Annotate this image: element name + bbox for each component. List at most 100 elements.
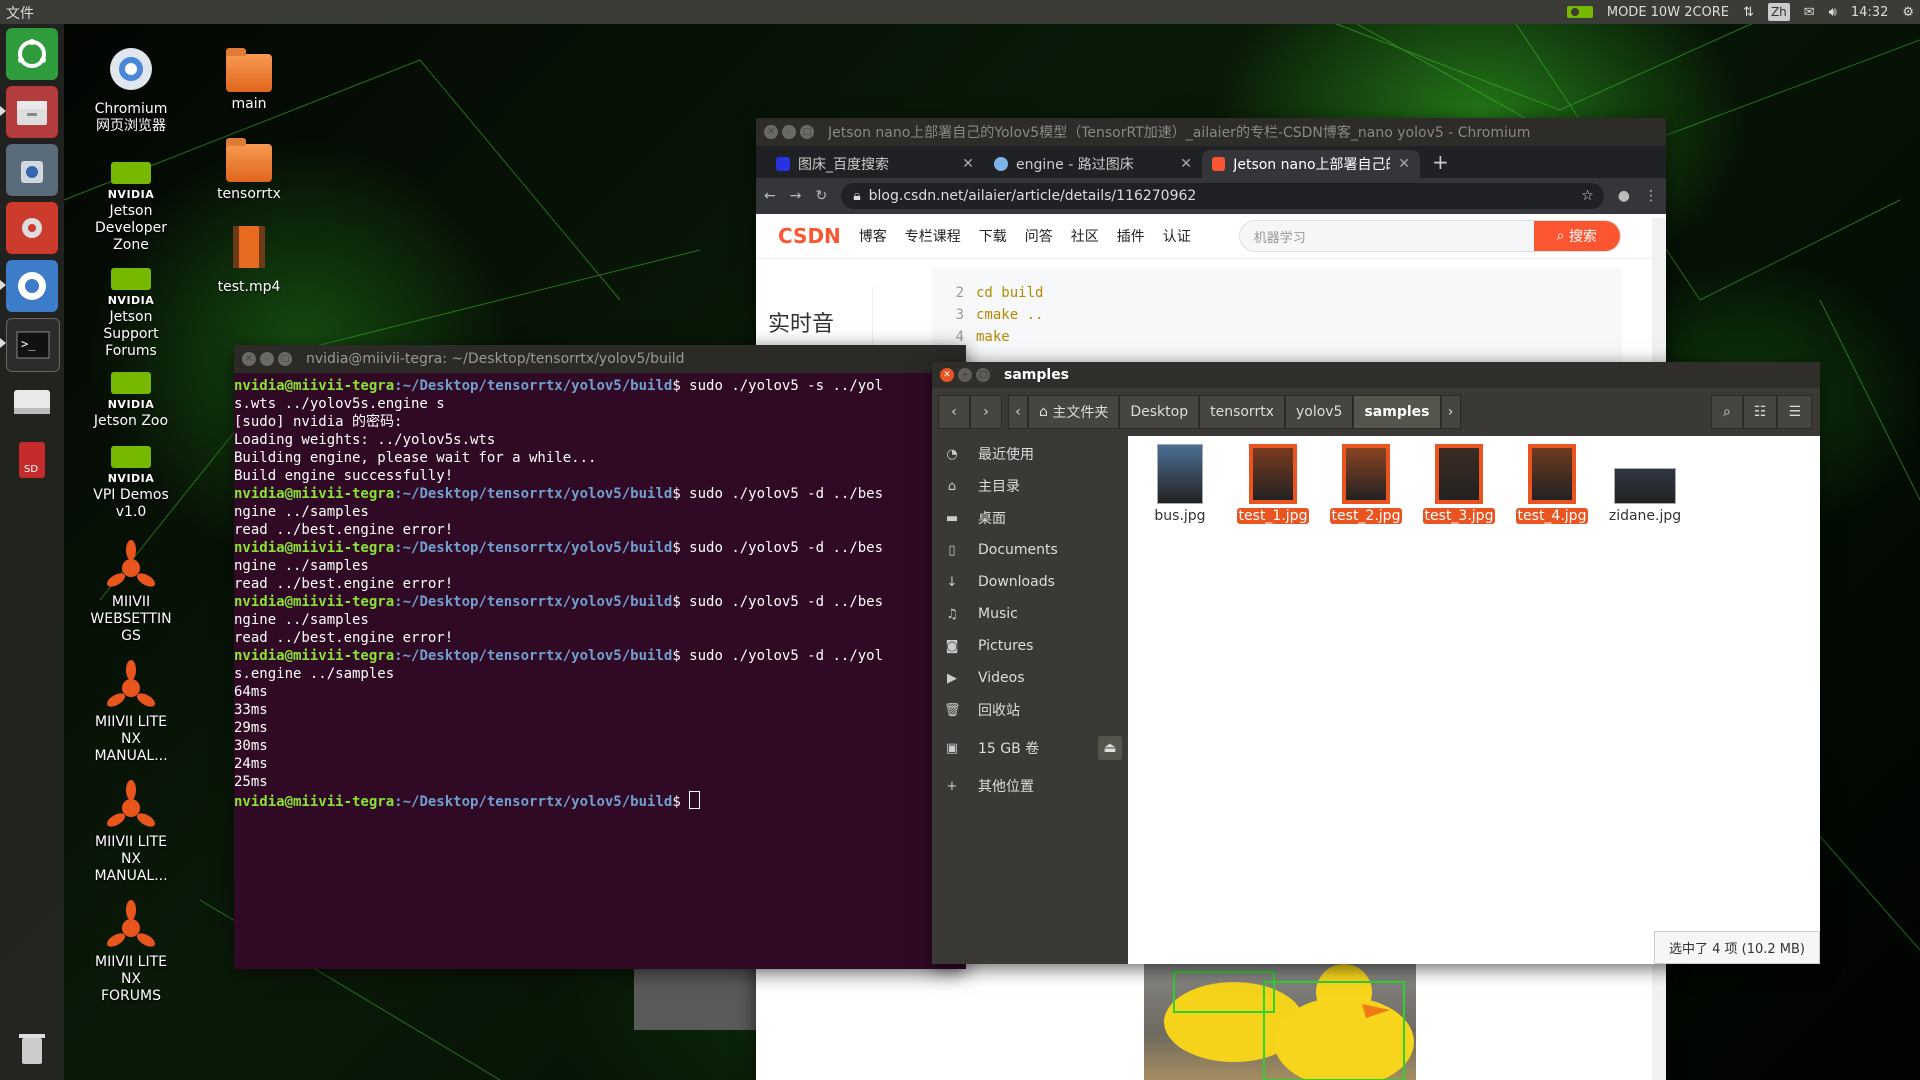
sidebar-item[interactable]: ▬ 桌面 [932,502,1128,534]
desktop-icon-chromium[interactable]: Chromium 网页浏览器 [76,46,186,135]
close-tab-icon[interactable]: ✕ [1180,156,1192,172]
nav-item[interactable]: 插件 [1117,226,1145,246]
url-bar[interactable]: 🔒︎ blog.csdn.net/ailaier/article/details… [841,183,1604,209]
file-item[interactable]: bus.jpg [1138,444,1222,524]
eject-icon[interactable]: ⏏ [1098,736,1122,760]
close-tab-icon[interactable]: ✕ [962,156,974,172]
path-scroll-right-icon[interactable]: › [1440,395,1461,429]
path-segment-current[interactable]: samples [1353,395,1441,429]
maximize-button[interactable]: □ [976,368,990,382]
terminal-launcher-icon[interactable]: >_ [6,318,60,372]
maximize-button[interactable]: □ [278,352,292,366]
icon-label: MIIVII LITE [95,714,167,730]
sidebar-item[interactable]: 🗑︎ 回收站 [932,694,1128,726]
file-item[interactable]: test_3.jpg [1417,444,1501,524]
sidebar-item[interactable]: ▶ Videos [932,662,1128,694]
new-tab-button[interactable]: + [1420,150,1461,178]
input-method-indicator[interactable]: Zh [1767,3,1790,21]
close-button[interactable]: ✕ [940,368,954,382]
gear-icon[interactable]: ⚙ [1902,3,1914,21]
browser-titlebar[interactable]: ✕ – □ Jetson nano上部署自己的Yolov5模型（TensorRT… [756,118,1666,146]
csdn-logo[interactable]: CSDN [778,224,841,248]
desktop-icon-jetson-developer-zone[interactable]: NVIDIA Jetson Developer Zone [76,162,186,254]
sidebar-item[interactable]: ⌂ 主目录 [932,470,1128,502]
nav-item[interactable]: 认证 [1163,226,1191,246]
lock-icon: 🔒︎ [853,188,861,204]
sidebar-item[interactable]: ◙ Pictures [932,630,1128,662]
chromium-launcher-icon[interactable] [6,260,58,312]
search-button[interactable]: ⌕ 搜索 [1533,221,1620,251]
nav-item[interactable]: 博客 [859,226,887,246]
search-icon[interactable]: ⌕ [1710,395,1743,429]
file-manager-icon[interactable] [6,86,58,138]
path-segment[interactable]: yolov5 [1284,395,1354,429]
desktop-icon-jetson-support-forums[interactable]: NVIDIA Jetson Support Forums [76,268,186,360]
desktop-icon-vpi-demos[interactable]: NVIDIA VPI Demos v1.0 [76,446,186,521]
nav-item[interactable]: 下载 [979,226,1007,246]
forward-arrow-icon[interactable]: → [790,188,802,204]
path-segment[interactable]: tensorrtx [1199,395,1285,429]
drive-icon[interactable] [6,376,58,428]
trash-icon[interactable] [6,1022,58,1074]
close-tab-icon[interactable]: ✕ [1398,156,1410,172]
system-settings-icon[interactable] [6,202,58,254]
minimize-button[interactable]: – [782,125,796,139]
back-arrow-icon[interactable]: ← [764,188,776,204]
minimize-button[interactable]: – [260,352,274,366]
desktop-icon-miivii-forums[interactable]: MIIVII LITE NX FORUMS [76,900,186,1005]
tab-baidu[interactable]: 图床_百度搜索 ✕ [766,150,984,178]
sidebar-item[interactable]: + 其他位置 [932,770,1128,802]
sidebar-item[interactable]: ↓ Downloads [932,566,1128,598]
hamburger-menu-icon[interactable]: ☰ [1777,395,1812,429]
tab-csdn[interactable]: Jetson nano上部署自己的 ✕ [1202,150,1420,178]
desktop-icon-main[interactable]: main [194,48,304,113]
tab-engine[interactable]: engine - 路过图床 ✕ [984,150,1202,178]
file-item[interactable]: test_2.jpg [1324,444,1408,524]
forward-icon[interactable]: › [970,395,1002,429]
mail-icon[interactable]: ✉ [1804,3,1815,21]
close-button[interactable]: ✕ [764,125,778,139]
desktop-icon-tensorrtx[interactable]: tensorrtx [194,138,304,203]
desktop-icon-miivii-manual-1[interactable]: MIIVII LITE NX MANUAL... [76,660,186,765]
minimize-button[interactable]: – [958,368,972,382]
file-menu[interactable]: 文件 [6,3,34,23]
path-home-button[interactable]: ⌂ 主文件夹 [1028,395,1120,429]
sidebar-item[interactable]: ▣ 15 GB 卷 ⏏ [932,732,1128,764]
nav-item[interactable]: 专栏课程 [905,226,961,246]
reload-icon[interactable]: ↻ [815,188,827,204]
clock[interactable]: 14:32 [1851,3,1888,21]
terminal-titlebar[interactable]: ✕ – □ nvidia@miivii-tegra: ~/Desktop/ten… [234,345,966,373]
software-updater-icon[interactable] [6,144,58,196]
path-segment[interactable]: Desktop [1119,395,1200,429]
file-item[interactable]: zidane.jpg [1603,444,1687,524]
back-icon[interactable]: ‹ [938,395,970,429]
files-titlebar[interactable]: ✕ – □ samples [932,362,1820,388]
maximize-button[interactable]: □ [800,125,814,139]
sd-card-icon[interactable]: SD [6,434,58,486]
view-toggle-icon[interactable]: ☷ [1742,395,1778,429]
file-item[interactable]: test_4.jpg [1510,444,1594,524]
csdn-search-box[interactable]: 机器学习 ⌕ 搜索 [1238,220,1621,252]
path-scroll-left-icon[interactable]: ‹ [1008,395,1028,429]
power-mode-label[interactable]: MODE 10W 2CORE [1607,3,1729,21]
nvidia-power-icon[interactable] [1566,3,1593,21]
profile-icon[interactable]: ● [1618,188,1630,204]
terminal-output[interactable]: nvidia@miivii-tegra:~/Desktop/tensorrtx/… [234,373,966,967]
tab-label: 图床_百度搜索 [798,157,889,173]
sidebar-item[interactable]: ▯ Documents [932,534,1128,566]
bookmark-star-icon[interactable]: ☆ [1581,188,1594,204]
volume-icon[interactable]: 🔊︎ [1829,3,1837,21]
desktop-icon-jetson-zoo[interactable]: NVIDIA Jetson Zoo [76,372,186,430]
ubuntu-dash-icon[interactable] [6,28,58,80]
network-icon[interactable]: ⇅ [1743,3,1754,21]
desktop-icon-miivii-manual-2[interactable]: MIIVII LITE NX MANUAL... [76,780,186,885]
menu-dots-icon[interactable]: ⋮ [1644,188,1658,204]
nav-item[interactable]: 问答 [1025,226,1053,246]
nav-item[interactable]: 社区 [1071,226,1099,246]
sidebar-item[interactable]: ♫ Music [932,598,1128,630]
desktop-icon-test-mp4[interactable]: test.mp4 [194,224,304,296]
sidebar-item[interactable]: ◔ 最近使用 [932,438,1128,470]
file-item[interactable]: test_1.jpg [1231,444,1315,524]
close-button[interactable]: ✕ [242,352,256,366]
desktop-icon-miivii-websettings[interactable]: MIIVII WEBSETTIN GS [76,540,186,645]
